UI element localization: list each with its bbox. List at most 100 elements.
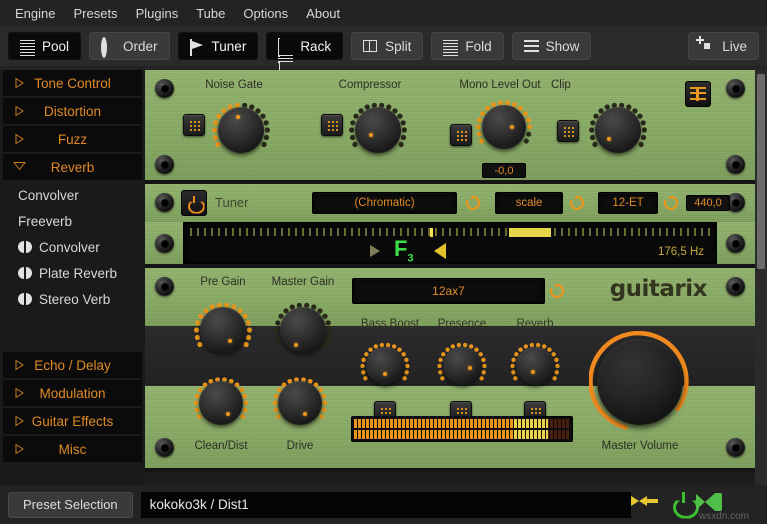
sidebar-plugin-convolver-stereo[interactable]: Convolver [0, 234, 145, 260]
toolbar-button-show[interactable]: Show [511, 32, 592, 60]
sidebar-plugin-convolver[interactable]: Convolver [0, 182, 145, 208]
sidebar-plugin-plate-reverb[interactable]: Plate Reverb [0, 260, 145, 286]
menu-item-about[interactable]: About [297, 3, 349, 24]
knob-compressor[interactable] [345, 97, 411, 163]
knob-noise-gate[interactable] [208, 97, 274, 163]
plugin-sidebar: Tone Control Distortion Fuzz Reverb Conv… [0, 70, 145, 485]
value-mono-level-out[interactable]: -0,0 [482, 163, 526, 178]
toolbar-button-split[interactable]: Split [351, 32, 424, 60]
toolbar-button-rack[interactable]: Rack [266, 32, 344, 81]
knob-label-drive: Drive [286, 440, 314, 452]
preset-selection-button[interactable]: Preset Selection [8, 491, 133, 518]
refresh-icon[interactable] [465, 195, 481, 211]
refresh-icon[interactable] [569, 195, 585, 211]
menu-item-engine[interactable]: Engine [6, 3, 64, 24]
stereo-icon [18, 293, 33, 305]
sidebar-category-label: Tone Control [34, 75, 111, 91]
output-level-meter [351, 416, 573, 442]
sidebar-category-tone-control[interactable]: Tone Control [3, 70, 142, 96]
knob-clip[interactable] [585, 97, 651, 163]
module-amp: guitarix 12ax7 Pre Gain Master Gain Bass… [145, 268, 755, 468]
toolbar-label-rack: Rack [300, 38, 332, 54]
preset-grid-button[interactable] [557, 120, 579, 142]
rack-scrollbar-thumb[interactable] [757, 74, 765, 269]
knob-label-noise-gate: Noise Gate [205, 79, 263, 91]
sidebar-category-label: Modulation [39, 385, 106, 401]
refresh-icon[interactable] [663, 195, 679, 211]
grid-icon [189, 120, 201, 132]
screw [726, 79, 745, 98]
sidebar-plugin-freeverb[interactable]: Freeverb [0, 208, 145, 234]
knob-reverb[interactable] [507, 338, 563, 394]
refresh-icon[interactable] [549, 283, 565, 299]
knob-drive[interactable] [269, 372, 331, 434]
toolbar-button-fold[interactable]: Fold [431, 32, 504, 60]
knob-label-reverb: Reverb [516, 318, 554, 330]
screw [726, 234, 745, 253]
tuner-title: Tuner [215, 195, 249, 210]
sidebar-category-label: Echo / Delay [34, 357, 111, 373]
toolbar-label-show: Show [545, 38, 580, 54]
toolbar: Pool Order Tuner Rack Split Fold Show Li… [0, 26, 767, 81]
knob-bass-boost[interactable] [357, 338, 413, 394]
tuner-frequency: 176,5 Hz [657, 246, 704, 258]
power-icon [188, 195, 201, 210]
knob-label-presence: Presence [437, 318, 487, 330]
tuner-reference-pitch[interactable]: 440,0 [686, 195, 730, 211]
tuner-icon [189, 38, 205, 56]
tuner-right-arrow-icon [434, 243, 446, 259]
sidebar-plugin-stereo-verb[interactable]: Stereo Verb [0, 286, 145, 312]
sidebar-plugin-label: Convolver [39, 239, 100, 255]
knob-label-clip: Clip [551, 79, 571, 91]
knob-presence[interactable] [434, 338, 490, 394]
tuner-temperament-display[interactable]: 12-ET [598, 192, 658, 214]
knob-master-gain[interactable] [270, 297, 336, 363]
slider-settings-icon [690, 87, 706, 101]
menu-item-tube[interactable]: Tube [187, 3, 234, 24]
meter-row-right [354, 430, 570, 439]
tuner-mode-display[interactable]: (Chromatic) [312, 192, 457, 214]
gear-icon [101, 36, 116, 58]
sidebar-category-reverb[interactable]: Reverb [3, 154, 142, 180]
knob-mono-level-out[interactable] [472, 95, 536, 159]
chevron-down-icon [13, 162, 26, 173]
knob-label-compressor: Compressor [338, 79, 402, 91]
tuner-power-button[interactable] [181, 190, 207, 216]
stereo-icon [18, 241, 33, 253]
toolbar-button-tuner[interactable]: Tuner [177, 32, 259, 60]
knob-label-mono-level-out: Mono Level Out [459, 79, 541, 91]
show-icon [523, 39, 539, 53]
knob-master-volume[interactable] [589, 331, 691, 433]
toolbar-button-pool[interactable]: Pool [8, 32, 82, 60]
sidebar-category-misc[interactable]: Misc [3, 436, 142, 462]
sidebar-category-modulation[interactable]: Modulation [3, 380, 142, 406]
chevron-right-icon [15, 359, 24, 371]
preset-name-field[interactable]: kokoko3k / Dist1 [140, 491, 631, 518]
preset-grid-button[interactable] [321, 114, 343, 136]
power-icon[interactable] [673, 493, 697, 517]
tuner-scale-display[interactable]: scale [495, 192, 563, 214]
amp-tube-display[interactable]: 12ax7 [352, 278, 545, 304]
prev-next-icon[interactable] [631, 493, 665, 517]
toolbar-button-live[interactable]: Live [688, 32, 759, 60]
preset-grid-button[interactable] [183, 114, 205, 136]
menu-item-plugins[interactable]: Plugins [127, 3, 188, 24]
menu-item-presets[interactable]: Presets [64, 3, 126, 24]
tuner-readout[interactable]: F3 176,5 Hz [183, 222, 717, 264]
screw [726, 438, 745, 457]
rack-scrollbar[interactable] [755, 70, 767, 485]
screw [726, 155, 745, 174]
preset-grid-button[interactable] [450, 124, 472, 146]
sidebar-category-echo-delay[interactable]: Echo / Delay [3, 352, 142, 378]
menu-item-options[interactable]: Options [234, 3, 297, 24]
knob-clean-dist[interactable] [190, 372, 252, 434]
toolbar-label-tuner: Tuner [211, 38, 247, 54]
knob-pre-gain[interactable] [190, 297, 256, 363]
sidebar-category-fuzz[interactable]: Fuzz [3, 126, 142, 152]
toolbar-button-order[interactable]: Order [89, 32, 170, 60]
screw [155, 79, 174, 98]
screw [726, 277, 745, 296]
amp-io-settings-button[interactable] [685, 81, 711, 107]
sidebar-category-distortion[interactable]: Distortion [3, 98, 142, 124]
sidebar-category-guitar-effects[interactable]: Guitar Effects [3, 408, 142, 434]
